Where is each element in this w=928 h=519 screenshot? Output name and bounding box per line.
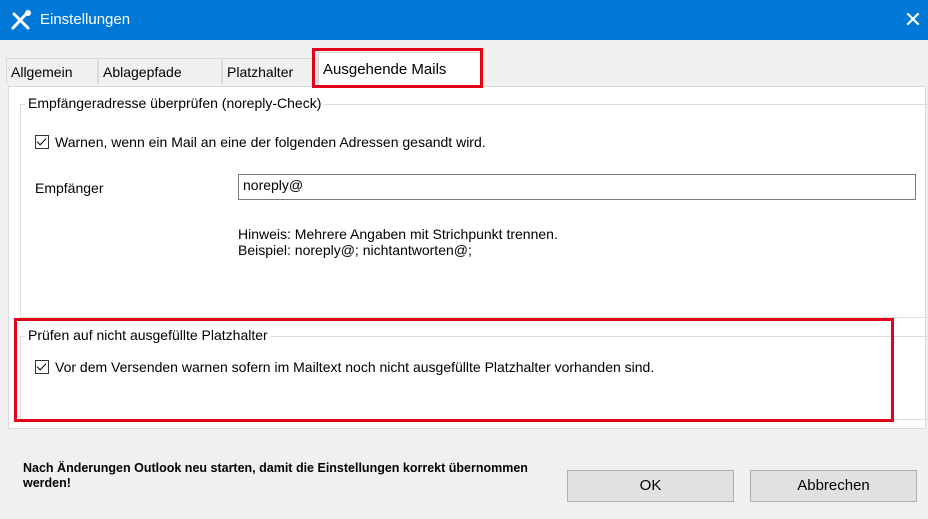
tools-icon [11, 10, 31, 30]
noreply-warn-checkbox-label: Warnen, wenn ein Mail an eine der folgen… [55, 134, 486, 150]
placeholder-warn-checkbox-label: Vor dem Versenden warnen sofern im Mailt… [55, 359, 655, 375]
recipient-label: Empfänger [35, 180, 104, 196]
tab-strip: Allgemein Ablagepfade Platzhalter Ausgeh… [6, 48, 922, 86]
close-icon[interactable]: ✕ [898, 0, 928, 40]
placeholder-group-legend: Prüfen auf nicht ausgefüllte Platzhalter [25, 327, 271, 343]
placeholder-warn-checkbox[interactable] [35, 360, 49, 374]
ok-button[interactable]: OK [567, 470, 734, 502]
tab-ablagepfade[interactable]: Ablagepfade [98, 58, 222, 84]
recipient-input[interactable]: noreply@ [238, 174, 916, 200]
noreply-warn-checkbox[interactable] [35, 135, 49, 149]
title-bar: Einstellungen ✕ [0, 0, 928, 40]
tab-allgemein[interactable]: Allgemein [6, 58, 98, 84]
noreply-group-legend: Empfängeradresse überprüfen (noreply-Che… [25, 95, 325, 111]
cancel-button[interactable]: Abbrechen [750, 470, 917, 502]
placeholder-warn-checkbox-row[interactable]: Vor dem Versenden warnen sofern im Mailt… [35, 359, 654, 375]
placeholder-group [20, 336, 928, 420]
window-title: Einstellungen [40, 11, 131, 28]
tab-ausgehende-mails[interactable]: Ausgehende Mails [318, 52, 482, 86]
restart-note: Nach Änderungen Outlook neu starten, dam… [23, 461, 528, 490]
hint-line-2: Beispiel: noreply@; nichtantworten@; [238, 242, 472, 258]
hint-line-1: Hinweis: Mehrere Angaben mit Strichpunkt… [238, 226, 558, 242]
noreply-warn-checkbox-row[interactable]: Warnen, wenn ein Mail an eine der folgen… [35, 134, 486, 150]
tab-platzhalter[interactable]: Platzhalter [222, 58, 318, 84]
